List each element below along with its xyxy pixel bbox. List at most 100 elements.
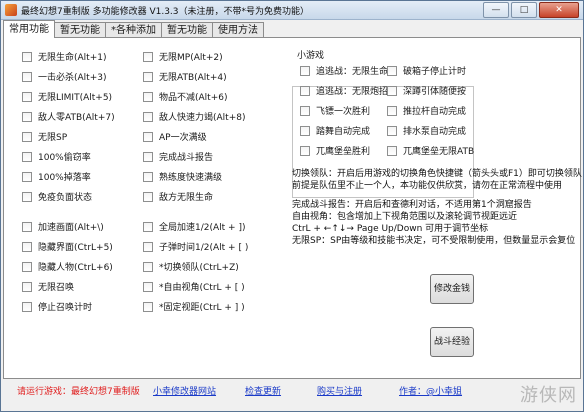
checkbox-box[interactable] [22, 111, 32, 122]
checkbox-box[interactable] [387, 125, 397, 136]
minimize-button[interactable]: — [483, 2, 509, 18]
checkbox-hide-character[interactable]: 隐藏人物(CtrL+6) [22, 260, 113, 273]
checkbox-box[interactable] [387, 105, 397, 116]
checkbox-hide-ui[interactable]: 隐藏界面(CtrL+5) [22, 240, 113, 253]
checkbox-box[interactable] [22, 281, 32, 292]
checkbox-dance-auto[interactable]: 踏舞自动完成 [300, 124, 370, 137]
checkbox-fort-condor-atb[interactable]: 兀鹰堡垒无限ATB [387, 144, 474, 157]
checkbox-label: 一击必杀(Alt+3) [38, 73, 107, 83]
checkbox-speed-screen[interactable]: 加速画面(Alt+\) [22, 220, 104, 233]
checkbox-box[interactable] [143, 191, 153, 202]
checkbox-bullet-time[interactable]: 子弹时间1/2(Alt + [ ) [143, 240, 248, 253]
checkbox-infinite-limit[interactable]: 无限LIMIT(Alt+5) [22, 90, 112, 103]
checkbox-squat-pullup[interactable]: 深蹲引体随便按 [387, 84, 466, 97]
checkbox-box[interactable] [143, 261, 153, 272]
checkbox-battle-report[interactable]: 完成战斗报告 [143, 150, 213, 163]
checkbox-label: 完成战斗报告 [159, 153, 214, 163]
site-link[interactable]: 小幸修改器网站 [153, 384, 216, 397]
checkbox-global-speed[interactable]: 全局加速1/2(Alt + ]) [143, 220, 245, 233]
checkbox-box[interactable] [22, 131, 32, 142]
checkbox-steal-rate[interactable]: 100%偷窃率 [22, 150, 91, 163]
checkbox-box[interactable] [22, 151, 32, 162]
checkbox-one-hit-kill[interactable]: 一击必杀(Alt+3) [22, 70, 106, 83]
tab-usage[interactable]: 使用方法 [212, 22, 264, 38]
info-line: 自由视角：包含增加上下视角范围以及滚轮调节视距远近 [292, 212, 518, 222]
minigame-group-label: 小游戏 [295, 48, 327, 61]
checkbox-box[interactable] [22, 221, 32, 232]
checkbox-box[interactable] [22, 301, 32, 312]
checkbox-free-camera[interactable]: *自由视角(CtrL + [ ) [143, 280, 245, 293]
checkbox-proficiency-max[interactable]: 熟练度快速满级 [143, 170, 222, 183]
checkbox-fixed-camera[interactable]: *固定视距(CtrL + ] ) [143, 300, 245, 313]
checkbox-box[interactable] [387, 65, 397, 76]
checkbox-label: *自由视角(CtrL + [ ) [159, 283, 245, 293]
checkbox-ap-max[interactable]: AP一次满级 [143, 130, 207, 143]
checkbox-darts-win[interactable]: 飞镖一次胜利 [300, 104, 370, 117]
checkbox-box[interactable] [300, 105, 310, 116]
checkbox-box[interactable] [300, 125, 310, 136]
watermark: 游侠网 [520, 385, 577, 406]
checkbox-immune-status[interactable]: 免疫负面状态 [22, 190, 92, 203]
checkbox-chase-infinite-skill[interactable]: 追逃战：无限炮招 [300, 84, 388, 97]
checkbox-label: 无限LIMIT(Alt+5) [38, 93, 113, 103]
checkbox-label: 追逃战：无限生命 [316, 67, 389, 77]
checkbox-box[interactable] [143, 171, 153, 182]
checkbox-box[interactable] [143, 151, 153, 162]
checkbox-box[interactable] [143, 281, 153, 292]
checkbox-box[interactable] [143, 111, 153, 122]
checkbox-stop-summon-timer[interactable]: 停止召唤计时 [22, 300, 92, 313]
checkbox-infinite-mp[interactable]: 无限MP(Alt+2) [143, 50, 223, 63]
checkbox-box[interactable] [22, 51, 32, 62]
checkbox-box[interactable] [143, 131, 153, 142]
checkbox-label: 停止召唤计时 [38, 303, 93, 313]
close-button[interactable]: ✕ [539, 2, 579, 18]
checkbox-box[interactable] [387, 145, 397, 156]
update-link[interactable]: 检查更新 [245, 384, 281, 397]
tab-common[interactable]: 常用功能 [3, 20, 55, 38]
checkbox-fort-condor-win[interactable]: 兀鹰堡垒胜利 [300, 144, 370, 157]
checkbox-switch-leader[interactable]: *切换领队(CtrL+Z) [143, 260, 239, 273]
tab-none-1[interactable]: 暂无功能 [54, 22, 106, 38]
checkbox-box[interactable] [300, 145, 310, 156]
checkbox-box-timer-stop[interactable]: 破箱子停止计时 [387, 64, 466, 77]
author-link[interactable]: 作者：@小幸姐 [399, 384, 462, 397]
maximize-button[interactable]: □ [511, 2, 537, 18]
checkbox-enemy-infinite-hp[interactable]: 敌方无限生命 [143, 190, 213, 203]
checkbox-label: 100%偷窃率 [38, 153, 91, 163]
checkbox-box[interactable] [143, 221, 153, 232]
checkbox-box[interactable] [143, 241, 153, 252]
checkbox-box[interactable] [143, 71, 153, 82]
checkbox-enemy-zero-atb[interactable]: 敌人零ATB(Alt+7) [22, 110, 115, 123]
checkbox-box[interactable] [22, 241, 32, 252]
checkbox-enemy-fast-stagger[interactable]: 敌人快速力竭(Alt+8) [143, 110, 245, 123]
checkbox-box[interactable] [300, 65, 310, 76]
checkbox-lever-auto[interactable]: 推拉杆自动完成 [387, 104, 466, 117]
tab-additions[interactable]: *各种添加 [105, 22, 162, 38]
checkbox-box[interactable] [22, 91, 32, 102]
info-line: 切换领队：开启后用游戏的切换角色快捷键（箭头头或F1）即可切换领队 [292, 169, 582, 179]
title-bar[interactable]: 最终幻想7重制版 多功能修改器 V1.3.3（未注册，不带*号为免费功能） — … [1, 1, 583, 20]
battle-exp-button[interactable]: 战斗经验 [430, 327, 474, 357]
checkbox-infinite-summon[interactable]: 无限召唤 [22, 280, 74, 293]
checkbox-box[interactable] [22, 171, 32, 182]
checkbox-box[interactable] [143, 301, 153, 312]
info-line: 完成战斗报告：开启后和查德利对话，不适用第1个洞窟报告 [292, 200, 532, 210]
checkbox-chase-infinite-hp[interactable]: 追逃战：无限生命 [300, 64, 388, 77]
checkbox-box[interactable] [22, 191, 32, 202]
modify-gil-button[interactable]: 修改金钱 [430, 274, 474, 304]
checkbox-box[interactable] [300, 85, 310, 96]
checkbox-box[interactable] [22, 261, 32, 272]
checkbox-box[interactable] [143, 51, 153, 62]
checkbox-infinite-hp[interactable]: 无限生命(Alt+1) [22, 50, 106, 63]
checkbox-box[interactable] [387, 85, 397, 96]
checkbox-items-no-decrease[interactable]: 物品不减(Alt+6) [143, 90, 227, 103]
checkbox-infinite-atb[interactable]: 无限ATB(Alt+4) [143, 70, 227, 83]
checkbox-pump-auto[interactable]: 排水泵自动完成 [387, 124, 466, 137]
checkbox-box[interactable] [143, 91, 153, 102]
checkbox-box[interactable] [22, 71, 32, 82]
purchase-link[interactable]: 购买与注册 [317, 384, 362, 397]
tab-none-2[interactable]: 暂无功能 [161, 22, 213, 38]
checkbox-infinite-sp[interactable]: 无限SP [22, 130, 67, 143]
checkbox-drop-rate[interactable]: 100%掉落率 [22, 170, 91, 183]
info-line: 前提是队伍里不止一个人，本功能仅供欣赏，请勿在正常流程中使用 [292, 181, 563, 191]
